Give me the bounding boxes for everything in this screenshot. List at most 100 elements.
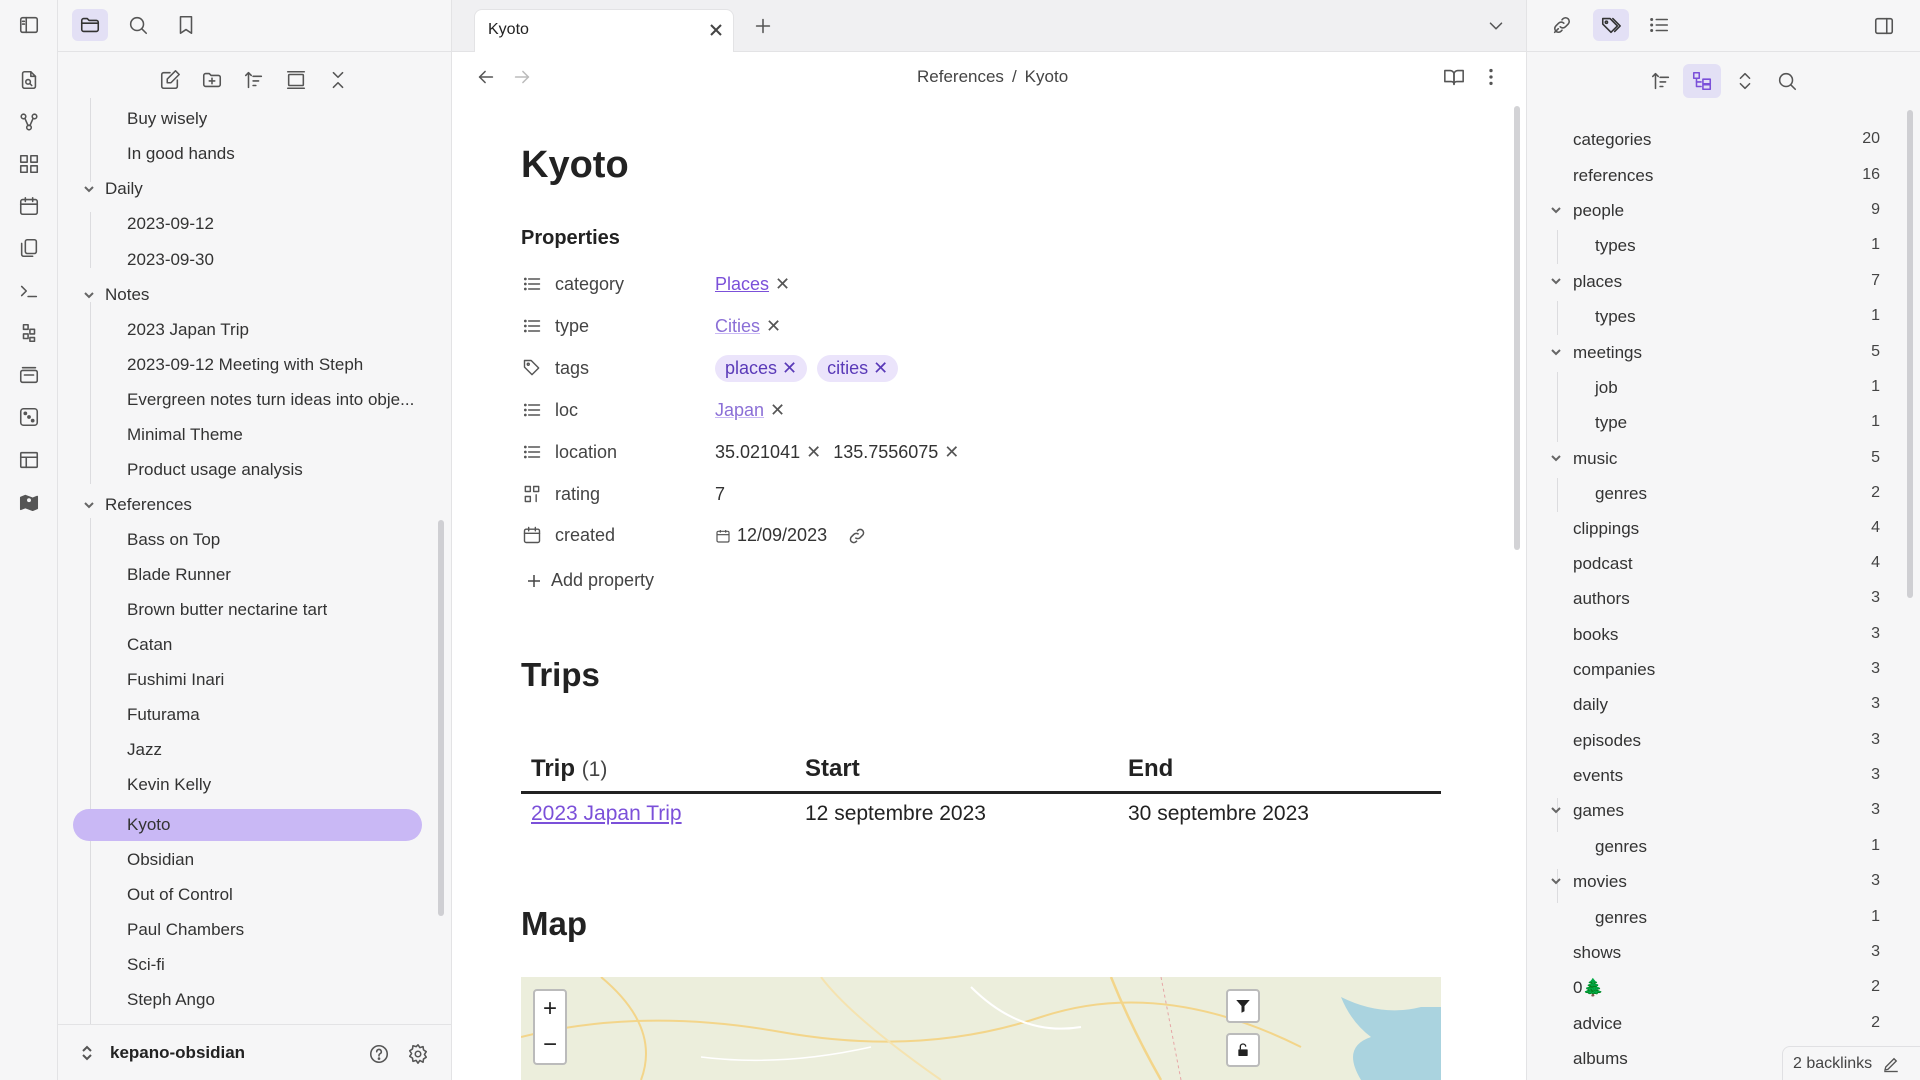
chevron-down-icon[interactable] [82, 288, 96, 302]
folder-notes[interactable]: Notes [105, 285, 149, 305]
file-item[interactable]: Blade Runner [127, 565, 231, 585]
tag-item[interactable]: podcast [1573, 554, 1633, 574]
tags-tab-icon[interactable] [1593, 9, 1629, 41]
tag-item[interactable]: places [1573, 272, 1622, 292]
canvas-icon[interactable] [17, 152, 41, 176]
file-item[interactable]: Minimal Theme [127, 425, 243, 445]
tag-item[interactable]: meetings [1573, 343, 1642, 363]
file-item[interactable]: Futurama [127, 705, 200, 725]
file-item[interactable]: Jazz [127, 740, 162, 760]
tag-item[interactable]: people [1573, 201, 1624, 221]
chevron-down-icon[interactable] [1549, 803, 1563, 817]
tag-item[interactable]: episodes [1573, 731, 1641, 751]
link-icon[interactable] [847, 526, 867, 546]
search-icon[interactable] [1771, 66, 1803, 96]
tag-item[interactable]: authors [1573, 589, 1630, 609]
outline-tab-icon[interactable] [1641, 9, 1677, 41]
file-item[interactable]: Product usage analysis [127, 460, 303, 480]
close-icon[interactable] [708, 22, 724, 38]
search-tab[interactable] [120, 9, 156, 41]
editor-scrollbar[interactable] [1514, 106, 1520, 550]
file-item[interactable]: Buy wisely [127, 109, 207, 129]
tag-item[interactable]: genres [1595, 484, 1647, 504]
trip-link[interactable]: 2023 Japan Trip [531, 802, 682, 826]
remove-tag-icon[interactable]: ✕ [873, 358, 888, 378]
more-options-icon[interactable] [1477, 63, 1505, 91]
tab-kyoto[interactable]: Kyoto [474, 9, 734, 53]
created-date[interactable]: 12/09/2023 [737, 525, 827, 546]
category-link[interactable]: Places [715, 274, 769, 295]
property-key-rating[interactable]: rating [555, 484, 600, 505]
file-item[interactable]: Catan [127, 635, 172, 655]
tag-item[interactable]: games [1573, 801, 1624, 821]
tag-item[interactable]: references [1573, 166, 1653, 186]
file-item[interactable]: Steph Ango [127, 990, 215, 1010]
backlinks-count[interactable]: 2 backlinks [1793, 1055, 1872, 1073]
remove-value-icon[interactable]: ✕ [806, 442, 821, 463]
tag-item[interactable]: music [1573, 449, 1617, 469]
property-value-rating[interactable]: 7 [715, 484, 725, 505]
chevron-down-icon[interactable] [1549, 451, 1563, 465]
random-note-icon[interactable] [17, 405, 41, 429]
file-explorer-tab[interactable] [72, 9, 108, 41]
new-tab-icon[interactable] [749, 12, 777, 40]
reading-view-book-icon[interactable] [1440, 63, 1468, 91]
bookmarks-tab[interactable] [168, 9, 204, 41]
property-key-type[interactable]: type [555, 316, 589, 337]
back-arrow-icon[interactable] [472, 63, 500, 91]
remove-value-icon[interactable]: ✕ [770, 400, 785, 421]
zoom-out-button[interactable]: − [543, 1027, 557, 1063]
sort-icon[interactable] [240, 66, 268, 94]
file-item[interactable]: Bass on Top [127, 530, 220, 550]
tag-item[interactable]: companies [1573, 660, 1655, 680]
sort-icon[interactable] [1645, 66, 1677, 96]
add-property-button[interactable]: Add property [525, 570, 654, 591]
tag-item[interactable]: types [1595, 307, 1636, 327]
note-title[interactable]: Kyoto [521, 144, 629, 187]
breadcrumb-parent[interactable]: References [917, 67, 1004, 87]
tag-item[interactable]: type [1595, 413, 1627, 433]
daily-note-icon[interactable] [17, 194, 41, 218]
file-item[interactable]: Obsidian [127, 850, 194, 870]
file-item[interactable]: 2023-09-12 [127, 214, 214, 234]
graph-view-icon[interactable] [17, 110, 41, 134]
tag-item[interactable]: albums [1573, 1049, 1628, 1069]
chevron-down-icon[interactable] [82, 498, 96, 512]
tag-item[interactable]: events [1573, 766, 1623, 786]
calendar-icon[interactable] [715, 528, 731, 544]
toggle-right-sidebar-icon[interactable] [1869, 11, 1899, 41]
forward-arrow-icon[interactable] [508, 63, 536, 91]
map-view-icon[interactable] [17, 490, 41, 514]
file-item[interactable]: 2023-09-30 [127, 250, 214, 270]
property-key-created[interactable]: created [555, 525, 615, 546]
folder-daily[interactable]: Daily [105, 179, 143, 199]
new-note-icon[interactable] [156, 66, 184, 94]
settings-gear-icon[interactable] [405, 1041, 431, 1067]
edit-pencil-icon[interactable] [1882, 1055, 1900, 1073]
map-view[interactable]: + − [521, 977, 1441, 1080]
open-quick-switcher-icon[interactable] [17, 68, 41, 92]
tag-item[interactable]: books [1573, 625, 1618, 645]
tag-pill[interactable]: cities ✕ [817, 355, 899, 382]
location-value[interactable]: 135.7556075 [833, 442, 938, 463]
property-key-location[interactable]: location [555, 442, 617, 463]
remove-value-icon[interactable]: ✕ [766, 316, 781, 337]
unlock-icon[interactable] [1226, 1033, 1260, 1067]
help-icon[interactable] [366, 1041, 392, 1067]
chevron-down-icon[interactable] [82, 182, 96, 196]
tag-item[interactable]: advice [1573, 1014, 1622, 1034]
tab-list-chevron-down-icon[interactable] [1482, 12, 1510, 40]
chevron-down-icon[interactable] [1549, 203, 1563, 217]
chevron-down-icon[interactable] [1549, 274, 1563, 288]
dataview-icon[interactable] [17, 321, 41, 345]
chevron-down-icon[interactable] [1549, 345, 1563, 359]
tags-scrollbar[interactable] [1907, 110, 1913, 598]
vault-name[interactable]: kepano-obsidian [110, 1043, 245, 1063]
zoom-in-button[interactable]: + [543, 991, 557, 1027]
nested-tags-toggle-icon[interactable] [1683, 64, 1721, 98]
templates-icon[interactable] [17, 236, 41, 260]
property-key-loc[interactable]: loc [555, 400, 578, 421]
map-heading[interactable]: Map [521, 905, 587, 943]
chevron-up-down-icon[interactable] [80, 1045, 94, 1061]
tag-item[interactable]: movies [1573, 872, 1627, 892]
